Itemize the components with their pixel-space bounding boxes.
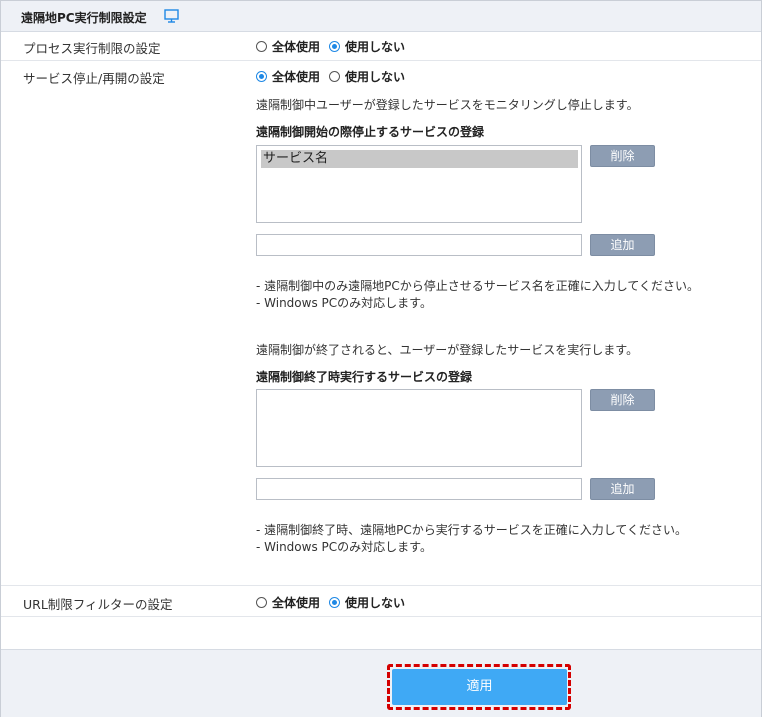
url-filter-radio-all-label[interactable]: 全体使用	[272, 594, 320, 611]
panel-title: 遠隔地PC実行制限設定	[21, 11, 147, 25]
end-delete-button[interactable]: 削除	[590, 389, 655, 411]
service-stop-description: 遠隔制御中ユーザーが登録したサービスをモニタリングし停止します。	[256, 98, 639, 112]
apply-button[interactable]: 適用	[392, 669, 567, 705]
end-add-button[interactable]: 追加	[590, 478, 655, 500]
url-filter-label: URL制限フィルターの設定	[23, 597, 173, 612]
end-service-input[interactable]	[256, 478, 582, 500]
process-limit-label: プロセス実行制限の設定	[23, 41, 161, 56]
service-stop-radio-all-label[interactable]: 全体使用	[272, 68, 320, 85]
end-note-2: - Windows PCのみ対応します。	[256, 540, 432, 554]
end-services-list[interactable]	[256, 389, 582, 467]
service-stop-radio-all[interactable]	[256, 71, 267, 82]
process-limit-radio-group: 全体使用 使用しない	[256, 38, 414, 55]
list-item[interactable]: サービス名	[261, 150, 578, 168]
start-note-2: - Windows PCのみ対応します。	[256, 296, 432, 310]
service-stop-radio-none-label[interactable]: 使用しない	[345, 68, 405, 85]
start-add-button[interactable]: 追加	[590, 234, 655, 256]
url-filter-radio-group: 全体使用 使用しない	[256, 594, 414, 611]
process-limit-radio-all-label[interactable]: 全体使用	[272, 38, 320, 55]
row-divider	[1, 585, 761, 586]
footer-bar	[1, 649, 761, 717]
start-service-input[interactable]	[256, 234, 582, 256]
start-note-1: - 遠隔制御中のみ遠隔地PCから停止させるサービス名を正確に入力してください。	[256, 279, 700, 293]
process-limit-radio-none-label[interactable]: 使用しない	[345, 38, 405, 55]
row-divider	[1, 616, 761, 617]
row-divider	[1, 60, 761, 61]
service-stop-radio-group: 全体使用 使用しない	[256, 68, 414, 85]
start-services-heading: 遠隔制御開始の際停止するサービスの登録	[256, 125, 485, 139]
start-delete-button[interactable]: 削除	[590, 145, 655, 167]
end-note-1: - 遠隔制御終了時、遠隔地PCから実行するサービスを正確に入力してください。	[256, 523, 688, 537]
url-filter-radio-none[interactable]	[329, 597, 341, 608]
end-description: 遠隔制御が終了されると、ユーザーが登録したサービスを実行します。	[256, 343, 639, 357]
process-limit-radio-all[interactable]	[256, 41, 267, 52]
monitor-icon	[164, 9, 179, 23]
url-filter-radio-all[interactable]	[256, 597, 267, 608]
settings-panel: 遠隔地PC実行制限設定 プロセス実行制限の設定 全体使用 使用しない サービス停…	[0, 0, 762, 717]
start-services-list[interactable]: サービス名	[256, 145, 582, 223]
end-services-heading: 遠隔制御終了時実行するサービスの登録	[256, 370, 473, 384]
url-filter-radio-none-label[interactable]: 使用しない	[345, 594, 405, 611]
process-limit-radio-none[interactable]	[329, 41, 341, 52]
panel-header: 遠隔地PC実行制限設定	[1, 1, 761, 32]
service-stop-radio-none[interactable]	[329, 71, 341, 82]
service-stop-label: サービス停止/再開の設定	[23, 71, 165, 86]
